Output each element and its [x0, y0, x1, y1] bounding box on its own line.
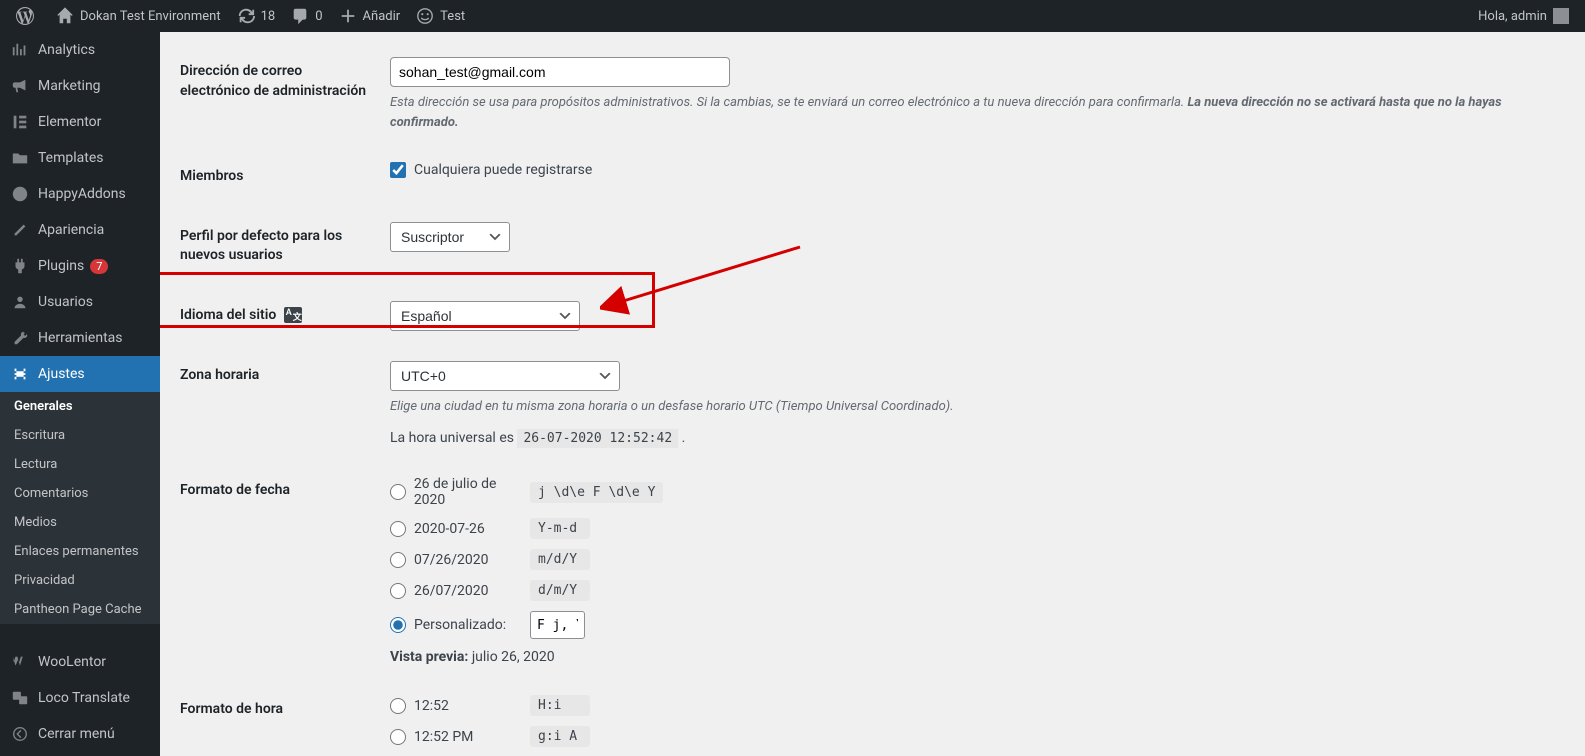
radio-date-0[interactable]: 26 de julio de 2020: [390, 476, 530, 508]
translate-icon: [10, 688, 30, 708]
refresh-icon: [237, 7, 255, 25]
code-date-3: d/m/Y: [530, 580, 590, 601]
plugins-badge: 7: [90, 259, 108, 274]
code-date-0: j \d\e F \d\e Y: [530, 482, 663, 503]
sidebar-item-marketing[interactable]: Marketing: [0, 68, 160, 104]
sidebar-item-woolentor[interactable]: WooLentor: [0, 644, 160, 680]
site-name-link[interactable]: Dokan Test Environment: [48, 0, 229, 32]
wp-logo[interactable]: [8, 0, 48, 32]
plus-icon: [339, 7, 357, 25]
sidebar-item-plugins[interactable]: Plugins7: [0, 248, 160, 284]
code-time-1: g:i A: [530, 726, 590, 747]
settings-submenu: Generales Escritura Lectura Comentarios …: [0, 392, 160, 624]
main-content: Dirección de correo electrónico de admin…: [160, 32, 1585, 756]
checkbox-anyone-register[interactable]: Cualquiera puede registrarse: [390, 162, 592, 178]
test-text: Test: [440, 9, 465, 24]
collapse-icon: [10, 724, 30, 744]
radio-date-2[interactable]: 07/26/2020: [390, 552, 530, 568]
radio-date-custom[interactable]: Personalizado:: [390, 617, 530, 633]
code-date-1: Y-m-d: [530, 518, 590, 539]
home-icon: [56, 7, 74, 25]
submenu-privacy[interactable]: Privacidad: [0, 566, 160, 595]
analytics-icon: [10, 40, 30, 60]
updates-count: 18: [261, 9, 276, 24]
admin-sidebar: Analytics Marketing Elementor Templates …: [0, 32, 160, 756]
sidebar-item-appearance[interactable]: Apariencia: [0, 212, 160, 248]
sidebar-item-templates[interactable]: Templates: [0, 140, 160, 176]
date-preview: Vista previa: julio 26, 2020: [390, 649, 1555, 665]
label-default-role: Perfil por defecto para los nuevos usuar…: [180, 207, 380, 286]
greeting-text: Hola, admin: [1478, 9, 1547, 24]
label-admin-email: Dirección de correo electrónico de admin…: [180, 42, 380, 147]
site-name-text: Dokan Test Environment: [80, 9, 221, 24]
plug-icon: [10, 256, 30, 276]
label-site-language: Idioma del sitio: [180, 286, 380, 346]
add-new-link[interactable]: Añadir: [331, 0, 409, 32]
label-membership: Miembros: [180, 147, 380, 207]
utc-time-line: La hora universal es 26-07-2020 12:52:42…: [390, 430, 1555, 446]
woolentor-icon: [10, 652, 30, 672]
submenu-permalinks[interactable]: Enlaces permanentes: [0, 537, 160, 566]
updates-link[interactable]: 18: [229, 0, 284, 32]
submenu-general[interactable]: Generales: [0, 392, 160, 421]
label-time-format: Formato de hora: [180, 680, 380, 756]
folder-icon: [10, 148, 30, 168]
sidebar-item-settings[interactable]: Ajustes: [0, 356, 160, 392]
account-link[interactable]: Hola, admin: [1470, 0, 1577, 32]
smile-icon: [10, 184, 30, 204]
submenu-reading[interactable]: Lectura: [0, 450, 160, 479]
test-link[interactable]: Test: [408, 0, 473, 32]
timezone-description: Elige una ciudad en tu misma zona horari…: [390, 397, 1555, 417]
radio-time-1[interactable]: 12:52 PM: [390, 729, 530, 745]
code-time-0: H:i: [530, 695, 590, 716]
admin-email-description: Esta dirección se usa para propósitos ad…: [390, 93, 1555, 132]
avatar: [1553, 8, 1569, 24]
submenu-media[interactable]: Medios: [0, 508, 160, 537]
sidebar-item-happyaddons[interactable]: HappyAddons: [0, 176, 160, 212]
submenu-pantheon[interactable]: Pantheon Page Cache: [0, 595, 160, 624]
face-icon: [416, 7, 434, 25]
input-date-custom[interactable]: [530, 611, 585, 639]
input-admin-email[interactable]: [390, 57, 730, 87]
sidebar-collapse[interactable]: Cerrar menú: [0, 716, 160, 752]
elementor-icon: [10, 112, 30, 132]
select-timezone[interactable]: UTC+0: [390, 361, 620, 391]
label-timezone: Zona horaria: [180, 346, 380, 462]
sidebar-item-tools[interactable]: Herramientas: [0, 320, 160, 356]
users-icon: [10, 292, 30, 312]
comments-count: 0: [315, 9, 322, 24]
sidebar-item-elementor[interactable]: Elementor: [0, 104, 160, 140]
select-default-role[interactable]: Suscriptor: [390, 222, 510, 252]
comments-link[interactable]: 0: [283, 0, 330, 32]
submenu-discussion[interactable]: Comentarios: [0, 479, 160, 508]
checkbox-anyone-register-input[interactable]: [390, 162, 406, 178]
add-new-text: Añadir: [363, 9, 401, 24]
sidebar-item-users[interactable]: Usuarios: [0, 284, 160, 320]
megaphone-icon: [10, 76, 30, 96]
wrench-icon: [10, 328, 30, 348]
label-date-format: Formato de fecha: [180, 461, 380, 680]
sliders-icon: [10, 364, 30, 384]
sidebar-item-loco[interactable]: Loco Translate: [0, 680, 160, 716]
radio-time-0[interactable]: 12:52: [390, 698, 530, 714]
radio-date-1[interactable]: 2020-07-26: [390, 521, 530, 537]
code-date-2: m/d/Y: [530, 549, 590, 570]
sidebar-item-analytics[interactable]: Analytics: [0, 32, 160, 68]
submenu-writing[interactable]: Escritura: [0, 421, 160, 450]
admin-bar: Dokan Test Environment 18 0 Añadir Test …: [0, 0, 1585, 32]
radio-date-3[interactable]: 26/07/2020: [390, 583, 530, 599]
comment-icon: [291, 7, 309, 25]
select-site-language[interactable]: Español: [390, 301, 580, 331]
brush-icon: [10, 220, 30, 240]
translate-inline-icon: [284, 307, 302, 323]
